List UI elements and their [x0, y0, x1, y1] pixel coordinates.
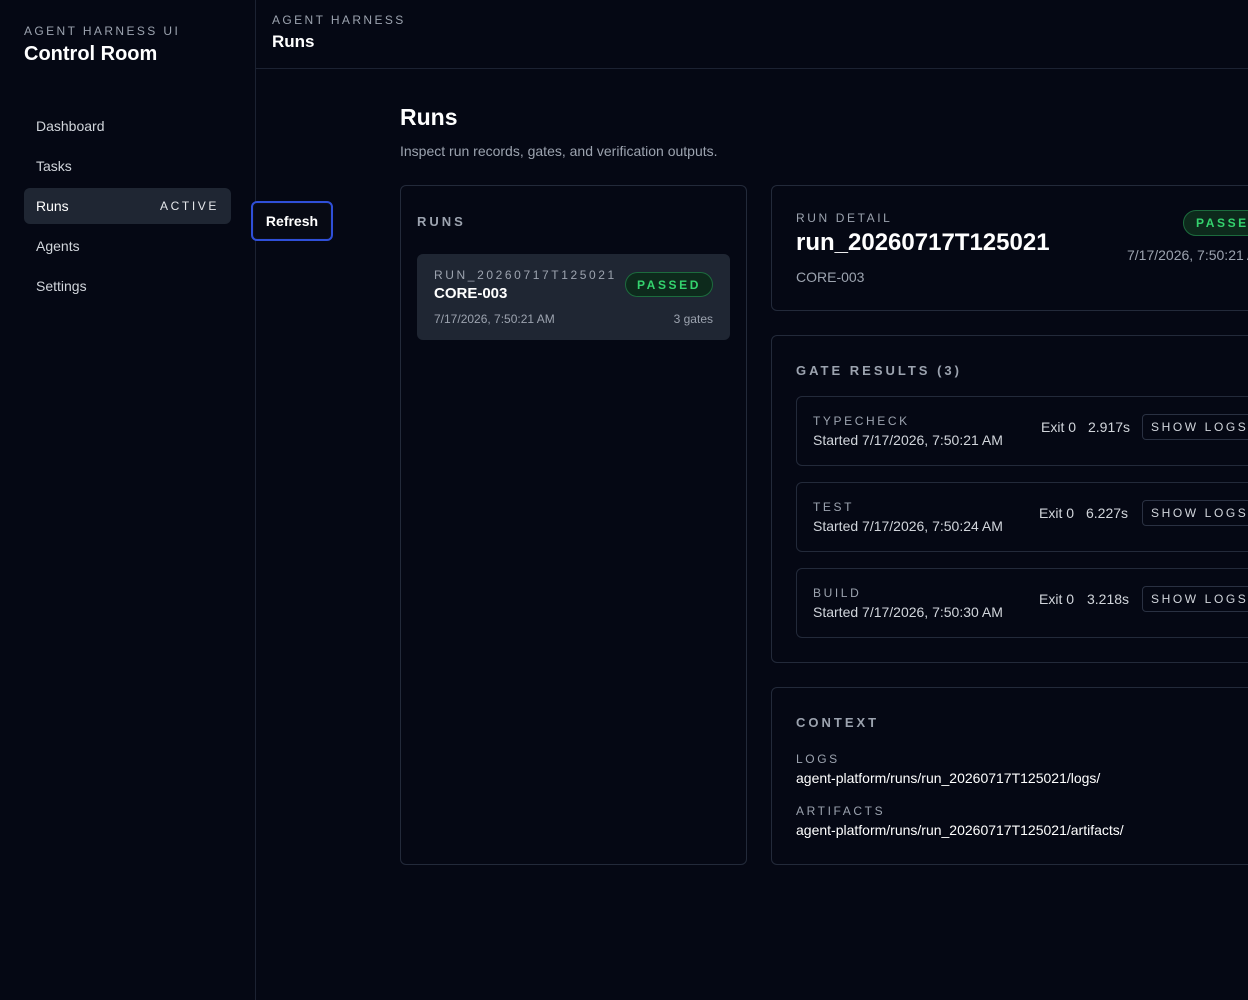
page-title: Runs: [400, 104, 458, 130]
show-logs-button[interactable]: SHOW LOGS: [1142, 500, 1248, 526]
logs-label: LOGS: [796, 752, 840, 766]
brand-title: Control Room: [24, 43, 158, 65]
status-badge: PASSED: [625, 272, 713, 297]
gate-exit-code: Exit 0: [1039, 505, 1075, 521]
gate-name: TYPECHECK: [813, 414, 910, 428]
sidebar-item-agents[interactable]: Agents: [24, 228, 231, 264]
sidebar-item-dashboard[interactable]: Dashboard: [24, 108, 231, 144]
gate-results-label: GATE RESULTS (3): [796, 363, 962, 378]
logs-path: agent-platform/runs/run_20260717T125021/…: [796, 770, 1101, 786]
artifacts-label: ARTIFACTS: [796, 804, 886, 818]
gate-started: Started 7/17/2026, 7:50:30 AM: [813, 604, 1003, 620]
run-list-item[interactable]: RUN_20260717T125021 CORE-003 PASSED 7/17…: [417, 254, 730, 340]
sidebar-item-label: Tasks: [36, 158, 72, 174]
top-header: AGENT HARNESS Runs: [256, 0, 1248, 69]
gate-exit-code: Exit 0: [1039, 591, 1075, 607]
run-gate-count: 3 gates: [673, 312, 713, 326]
refresh-button[interactable]: Refresh: [251, 201, 333, 241]
run-detail-panel: RUN DETAIL run_20260717T125021 CORE-003 …: [771, 185, 1248, 311]
run-detail-task: CORE-003: [796, 269, 865, 285]
gate-name: TEST: [813, 500, 855, 514]
context-panel: CONTEXT LOGS agent-platform/runs/run_202…: [771, 687, 1248, 865]
sidebar-item-runs[interactable]: Runs ACTIVE: [24, 188, 231, 224]
gate-name: BUILD: [813, 586, 862, 600]
gate-started: Started 7/17/2026, 7:50:24 AM: [813, 518, 1003, 534]
run-detail-time: 7/17/2026, 7:50:21 AM: [1127, 247, 1248, 263]
run-time: 7/17/2026, 7:50:21 AM: [434, 312, 555, 326]
gate-row-build: BUILD Started 7/17/2026, 7:50:30 AM Exit…: [796, 568, 1248, 638]
run-id: RUN_20260717T125021: [434, 268, 617, 282]
page-subtitle: Inspect run records, gates, and verifica…: [400, 143, 718, 159]
sidebar-item-label: Runs: [36, 198, 69, 214]
run-task: CORE-003: [434, 285, 508, 302]
brand-eyebrow: AGENT HARNESS UI: [24, 24, 181, 38]
gate-duration: 6.227s: [1086, 505, 1129, 521]
sidebar-item-settings[interactable]: Settings: [24, 268, 231, 304]
show-logs-button[interactable]: SHOW LOGS: [1142, 586, 1248, 612]
header-title: Runs: [272, 32, 315, 51]
gate-row-test: TEST Started 7/17/2026, 7:50:24 AM Exit …: [796, 482, 1248, 552]
sidebar: AGENT HARNESS UI Control Room Dashboard …: [0, 0, 256, 1000]
context-label: CONTEXT: [796, 715, 880, 730]
app-root: AGENT HARNESS UI Control Room Dashboard …: [0, 0, 1248, 1000]
sidebar-item-label: Settings: [36, 278, 87, 294]
gate-row-typecheck: TYPECHECK Started 7/17/2026, 7:50:21 AM …: [796, 396, 1248, 466]
gate-duration: 3.218s: [1087, 591, 1130, 607]
artifacts-path: agent-platform/runs/run_20260717T125021/…: [796, 822, 1124, 838]
sidebar-nav: Dashboard Tasks Runs ACTIVE Agents Setti…: [24, 108, 231, 308]
gate-exit-code: Exit 0: [1041, 419, 1077, 435]
gate-duration: 2.917s: [1088, 419, 1131, 435]
sidebar-item-label: Dashboard: [36, 118, 105, 134]
run-detail-status-badge: PASSED: [1183, 210, 1248, 236]
sidebar-item-tasks[interactable]: Tasks: [24, 148, 231, 184]
show-logs-button[interactable]: SHOW LOGS: [1142, 414, 1248, 440]
gate-started: Started 7/17/2026, 7:50:21 AM: [813, 432, 1003, 448]
runs-panel-label: RUNS: [417, 214, 466, 229]
header-eyebrow: AGENT HARNESS: [272, 13, 406, 27]
run-detail-id: run_20260717T125021: [796, 229, 1050, 256]
sidebar-item-label: Agents: [36, 238, 80, 254]
run-detail-eyebrow: RUN DETAIL: [796, 211, 893, 225]
active-badge: ACTIVE: [160, 199, 219, 213]
